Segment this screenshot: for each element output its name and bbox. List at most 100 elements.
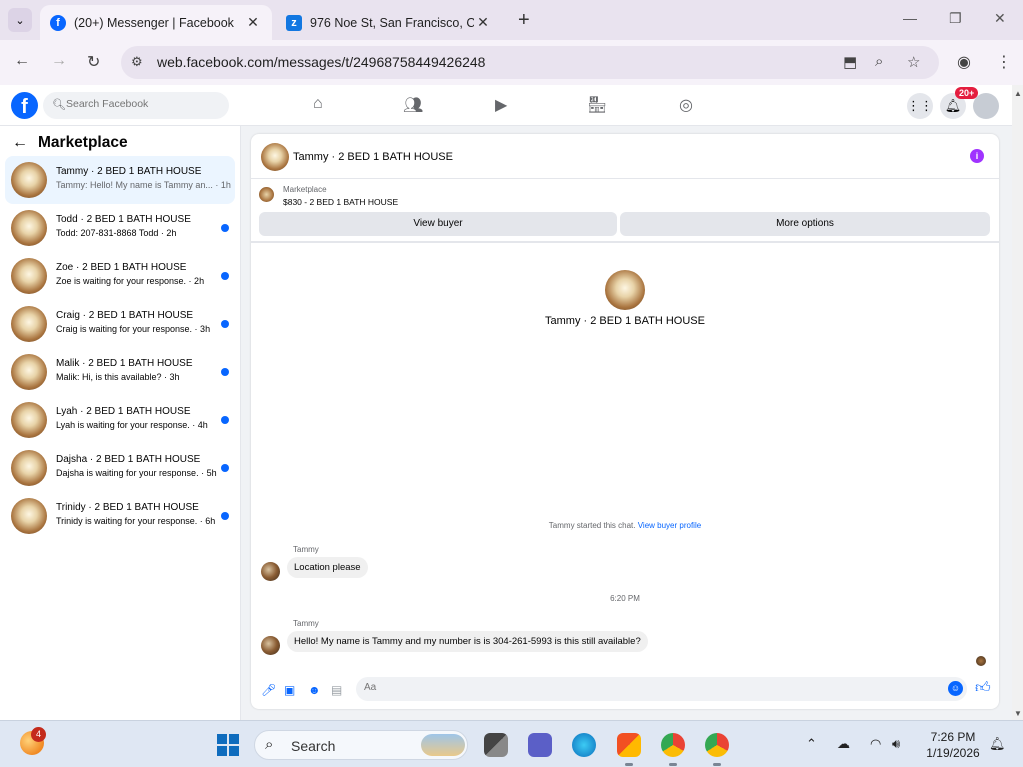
conversation-name: Todd · 2 BED 1 BATH HOUSE — [56, 214, 191, 225]
scroll-down-icon[interactable]: ▼ — [1014, 709, 1022, 718]
conversation-item[interactable]: Dajsha · 2 BED 1 BATH HOUSE Dajsha is wa… — [5, 444, 235, 492]
search-icon: ⌕ — [265, 736, 274, 753]
url-text[interactable]: web.facebook.com/messages/t/249687584494… — [157, 54, 485, 70]
minimize-icon[interactable]: — — [903, 10, 917, 26]
facebook-logo-icon[interactable]: f — [11, 92, 38, 119]
search-input[interactable] — [66, 98, 216, 110]
tab-close-icon[interactable]: ✕ — [244, 14, 262, 31]
tab-messenger[interactable]: f (20+) Messenger | Facebook ✕ — [40, 5, 272, 40]
thumbs-up-icon[interactable]: 👍︎ — [975, 679, 991, 697]
menu-kebab-icon[interactable]: ⋮ — [996, 52, 1012, 72]
time-separator: 6:20 PM — [610, 594, 640, 603]
edge-icon[interactable] — [572, 733, 596, 757]
address-bar[interactable]: ⚙ web.facebook.com/messages/t/2496875844… — [121, 46, 939, 79]
zoom-icon[interactable]: ⌕ — [875, 53, 883, 70]
listing-thumbnail — [11, 498, 47, 534]
app-running-indicator — [625, 763, 633, 766]
browser-tab-strip: ⌄ f (20+) Messenger | Facebook ✕ z 976 N… — [0, 0, 1023, 40]
conversation-preview: Todd: 207-831-8868 Todd · 2h — [56, 228, 177, 238]
snipping-tool-icon[interactable] — [617, 733, 641, 757]
friends-icon[interactable]: 👥︎ — [403, 95, 423, 115]
scroll-up-icon[interactable]: ▲ — [1014, 89, 1022, 98]
task-view-icon[interactable] — [484, 733, 508, 757]
new-tab-button[interactable]: + — [518, 9, 530, 32]
message-bubble[interactable]: Location please — [287, 557, 368, 578]
conversation-item[interactable]: Tammy · 2 BED 1 BATH HOUSE Tammy: Hello!… — [5, 156, 235, 204]
chat-panel: Tammy · 2 BED 1 BATH HOUSE i Marketplace… — [251, 134, 999, 709]
wifi-icon[interactable]: ◠ — [870, 736, 881, 752]
restore-icon[interactable]: ❐ — [949, 10, 962, 27]
seen-avatar — [976, 656, 986, 666]
marketplace-sidebar: ← Marketplace Tammy · 2 BED 1 BATH HOUSE… — [0, 126, 241, 720]
notification-bell-icon[interactable]: 🔔︎ — [989, 736, 1006, 752]
sidebar-title: Marketplace — [38, 134, 128, 151]
message-input[interactable] — [364, 682, 924, 693]
sync-off-icon[interactable]: ☁ — [837, 736, 850, 752]
info-icon[interactable]: i — [970, 149, 984, 163]
tab-close-icon[interactable]: ✕ — [474, 14, 492, 31]
conversation-item[interactable]: Lyah · 2 BED 1 BATH HOUSE Lyah is waitin… — [5, 396, 235, 444]
back-arrow-icon[interactable]: ← — [12, 134, 28, 152]
message-composer[interactable]: ☺ — [356, 677, 967, 701]
tab-title: 976 Noe St, San Francisco, CA 9 — [310, 15, 474, 30]
gif-icon[interactable]: ▤ — [331, 683, 342, 697]
tab-zillow[interactable]: z 976 Noe St, San Francisco, CA 9 ✕ — [276, 5, 502, 40]
listing-thumbnail — [11, 306, 47, 342]
conversation-item[interactable]: Malik · 2 BED 1 BATH HOUSE Malik: Hi, is… — [5, 348, 235, 396]
conversation-item[interactable]: Trinidy · 2 BED 1 BATH HOUSE Trinidy is … — [5, 492, 235, 540]
conversation-item[interactable]: Zoe · 2 BED 1 BATH HOUSE Zoe is waiting … — [5, 252, 235, 300]
conversation-preview: Trinidy is waiting for your response. · … — [56, 516, 216, 526]
facebook-header: f 🔍︎ ⌂ 👥︎ ▶ 🏪︎ ◎ ⋮⋮ 🔔︎ 20+ — [0, 85, 1012, 126]
system-text: Tammy started this chat. — [548, 521, 636, 530]
sticker-icon[interactable]: ☻ — [308, 683, 321, 697]
chrome-profile-icon[interactable] — [705, 733, 729, 757]
conversation-name: Malik · 2 BED 1 BATH HOUSE — [56, 358, 193, 369]
chrome-icon[interactable] — [661, 733, 685, 757]
more-options-button[interactable]: More options — [620, 212, 990, 236]
teams-icon[interactable] — [528, 733, 552, 757]
windows-start-icon[interactable] — [217, 734, 239, 756]
volume-icon[interactable]: 🔊︎ — [892, 736, 900, 752]
view-buyer-profile-link[interactable]: View buyer profile — [638, 521, 701, 530]
chat-profile-picture — [605, 270, 645, 310]
emoji-icon[interactable]: ☺ — [948, 681, 963, 696]
back-arrow-icon[interactable]: ← — [14, 52, 30, 70]
chevron-up-icon[interactable]: ⌃ — [806, 736, 817, 752]
photo-icon[interactable]: ▣ — [284, 683, 295, 697]
chat-started-notice: Tammy started this chat. View buyer prof… — [251, 521, 999, 530]
install-app-icon[interactable]: ⬒ — [843, 53, 857, 71]
marketplace-icon[interactable]: 🏪︎ — [587, 95, 607, 115]
microphone-icon[interactable]: 🎤︎ — [261, 683, 276, 697]
chat-avatar[interactable] — [261, 143, 289, 171]
page-scrollbar[interactable]: ▲ ▼ — [1012, 85, 1023, 720]
profile-icon[interactable]: ◉ — [957, 52, 971, 72]
view-buyer-button[interactable]: View buyer — [259, 212, 617, 236]
sender-avatar[interactable] — [261, 636, 280, 655]
home-icon[interactable]: ⌂ — [313, 95, 323, 113]
video-icon[interactable]: ▶ — [495, 95, 507, 115]
site-info-icon[interactable]: ⚙ — [131, 54, 143, 70]
facebook-search[interactable]: 🔍︎ — [43, 92, 229, 119]
sender-avatar[interactable] — [261, 562, 280, 581]
conversation-item[interactable]: Craig · 2 BED 1 BATH HOUSE Craig is wait… — [5, 300, 235, 348]
window-close-icon[interactable]: ✕ — [994, 10, 1006, 27]
listing-thumbnail — [11, 450, 47, 486]
unread-dot — [221, 368, 229, 376]
forward-arrow-icon[interactable]: → — [51, 52, 67, 70]
app-running-indicator — [713, 763, 721, 766]
conversation-preview: Lyah is waiting for your response. · 4h — [56, 420, 208, 430]
bookmark-star-icon[interactable]: ☆ — [907, 53, 920, 71]
menu-grid-icon[interactable]: ⋮⋮ — [907, 93, 933, 119]
message-sender: Tammy — [293, 545, 319, 554]
facebook-favicon-icon: f — [50, 14, 66, 31]
groups-icon[interactable]: ◎ — [679, 95, 693, 115]
taskbar-search[interactable]: ⌕ Search — [254, 730, 468, 760]
taskbar-search-label: Search — [291, 738, 336, 754]
account-avatar[interactable] — [973, 93, 999, 119]
reload-icon[interactable]: ↻ — [87, 52, 100, 72]
message-bubble[interactable]: Hello! My name is Tammy and my number is… — [287, 631, 648, 652]
tab-search-button[interactable]: ⌄ — [8, 8, 32, 32]
chat-title[interactable]: Tammy · 2 BED 1 BATH HOUSE — [293, 151, 453, 163]
conversation-item[interactable]: Todd · 2 BED 1 BATH HOUSE Todd: 207-831-… — [5, 204, 235, 252]
system-clock[interactable]: 7:26 PM 1/19/2026 — [918, 729, 988, 761]
